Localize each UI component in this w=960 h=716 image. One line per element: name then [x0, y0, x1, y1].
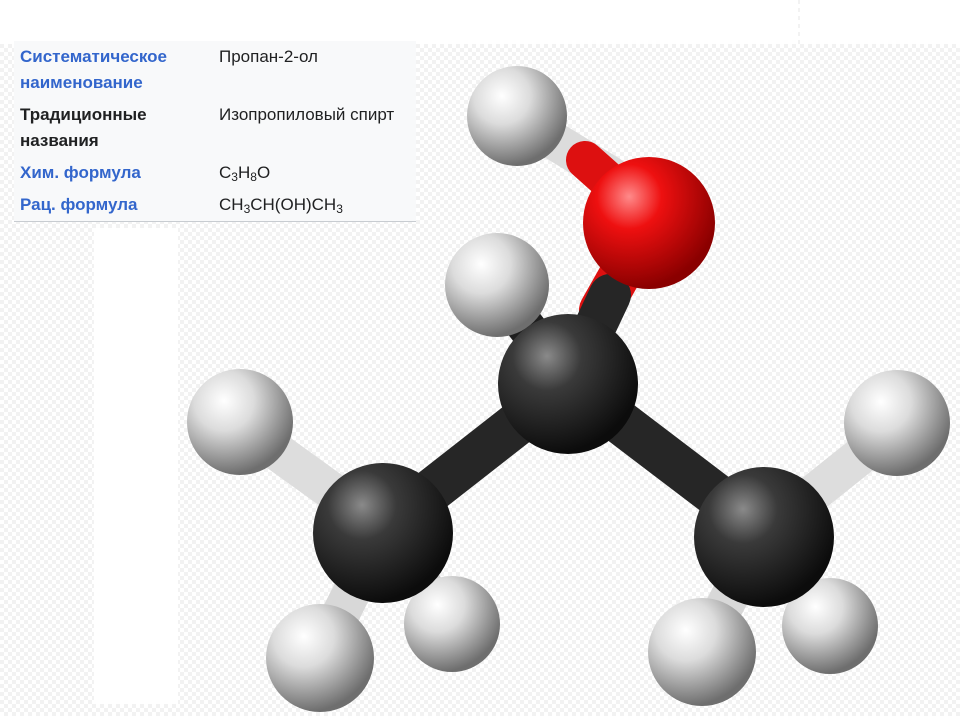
systematic-name-label-link[interactable]: Систематическое наименование [20, 44, 219, 96]
systematic-name-value: Пропан-2-ол [219, 47, 318, 66]
carbon-atom-c2 [498, 314, 638, 454]
rational-formula-label-link[interactable]: Рац. формула [20, 192, 219, 218]
infobox-row-systematic-name: Систематическое наименование Пропан-2-ол [14, 41, 416, 99]
formula-subscript: 3 [336, 202, 343, 216]
hydrogen-atom-c1-bottom [266, 604, 374, 712]
infobox-row-rational-formula: Рац. формула CH3CH(OH)CH3 [14, 189, 416, 221]
infobox-row-traditional-names: Традиционные названия Изопропиловый спир… [14, 99, 416, 157]
infobox-row-chemical-formula: Хим. формула C3H8O [14, 157, 416, 189]
formula-subscript: 8 [250, 170, 257, 184]
traditional-names-value: Изопропиловый спирт [219, 105, 395, 124]
carbon-atom-c1 [313, 463, 453, 603]
traditional-names-label: Традиционные названия [20, 105, 147, 150]
infobox-table: Систематическое наименование Пропан-2-ол… [14, 41, 416, 222]
formula-subscript: 3 [231, 170, 238, 184]
rational-formula-value: CH3CH(OH)CH3 [219, 195, 343, 216]
hydrogen-atom-hydroxyl [467, 66, 567, 166]
oxygen-atom [583, 157, 715, 289]
hydrogen-atom-c3-bottom [648, 598, 756, 706]
chemical-formula-value: C3H8O [219, 163, 271, 184]
hydrogen-atom-c1-left [187, 369, 293, 475]
formula-subscript: 3 [243, 202, 251, 216]
hydrogen-atom-c3-right [844, 370, 950, 476]
hydrogen-atom-c2 [445, 233, 549, 337]
carbon-atom-c3 [694, 467, 834, 607]
chemical-formula-label-link[interactable]: Хим. формула [20, 160, 219, 186]
